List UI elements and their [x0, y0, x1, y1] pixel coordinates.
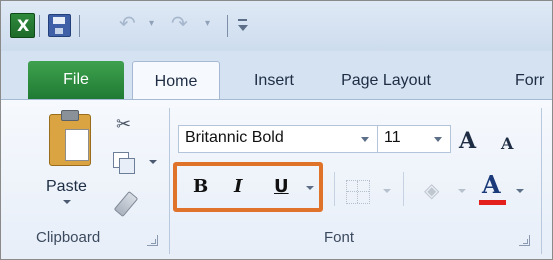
- undo-dropdown-icon[interactable]: ▾: [149, 18, 154, 29]
- font-size-combo[interactable]: 11: [377, 125, 451, 153]
- paste-button-label[interactable]: Paste: [46, 178, 87, 196]
- home-ribbon: Paste ✂ Clipboard Britannic Bold 11 A A …: [1, 99, 552, 259]
- paste-icon[interactable]: [49, 110, 91, 166]
- excel-ribbon-window: X ↶ ▾ ↷ ▾ File Home Insert Page Layout F…: [0, 0, 553, 260]
- fill-color-icon[interactable]: ◈: [424, 178, 439, 202]
- tab-formulas[interactable]: Forr: [515, 63, 552, 99]
- font-name-combo[interactable]: Britannic Bold: [178, 125, 378, 153]
- quick-access-toolbar: X ↶ ▾ ↷ ▾: [1, 1, 552, 51]
- customize-qat-icon[interactable]: [237, 17, 249, 33]
- save-icon[interactable]: [48, 14, 71, 37]
- undo-icon[interactable]: ↶: [119, 11, 136, 35]
- font-color-swatch: [479, 200, 506, 205]
- copy-dropdown-icon[interactable]: [149, 160, 157, 164]
- tab-home[interactable]: Home: [132, 61, 220, 101]
- qat-separator: [79, 15, 80, 37]
- redo-icon[interactable]: ↷: [171, 11, 188, 35]
- font-dialog-launcher-icon[interactable]: [519, 235, 530, 246]
- group-separator: [541, 108, 542, 254]
- font-size-value: 11: [384, 129, 401, 146]
- ribbon-tab-strip: File Home Insert Page Layout Forr: [1, 51, 552, 101]
- excel-logo-letter: X: [17, 16, 30, 35]
- tab-file[interactable]: File: [28, 61, 124, 99]
- format-painter-icon[interactable]: [113, 190, 139, 218]
- fill-color-dropdown-icon[interactable]: [458, 189, 466, 193]
- copy-icon[interactable]: [113, 152, 135, 174]
- font-size-dropdown-icon[interactable]: [434, 137, 442, 142]
- clipboard-group-label: Clipboard: [36, 229, 101, 246]
- shrink-font-icon[interactable]: A: [501, 134, 513, 153]
- grow-font-icon[interactable]: A: [459, 128, 476, 154]
- font-name-value: Britannic Bold: [185, 129, 284, 146]
- clipboard-dialog-launcher-icon[interactable]: [147, 235, 158, 246]
- tab-page-layout[interactable]: Page Layout: [321, 63, 451, 99]
- font-name-dropdown-icon[interactable]: [361, 137, 369, 142]
- excel-app-icon[interactable]: X: [10, 13, 35, 38]
- qat-separator: [39, 15, 40, 37]
- font-color-icon[interactable]: A: [482, 170, 501, 199]
- font-color-dropdown-icon[interactable]: [516, 189, 524, 193]
- tab-insert[interactable]: Insert: [237, 63, 311, 99]
- font-group-label: Font: [324, 229, 355, 246]
- borders-icon[interactable]: [346, 180, 370, 204]
- font-separator: [403, 172, 404, 206]
- cut-icon[interactable]: ✂: [116, 114, 131, 135]
- highlight-rectangle: [173, 162, 323, 212]
- redo-dropdown-icon[interactable]: ▾: [205, 18, 210, 29]
- font-separator: [334, 172, 335, 206]
- qat-separator: [227, 15, 228, 37]
- paste-dropdown-icon[interactable]: [63, 200, 71, 204]
- group-separator: [169, 108, 170, 254]
- borders-dropdown-icon[interactable]: [383, 189, 391, 193]
